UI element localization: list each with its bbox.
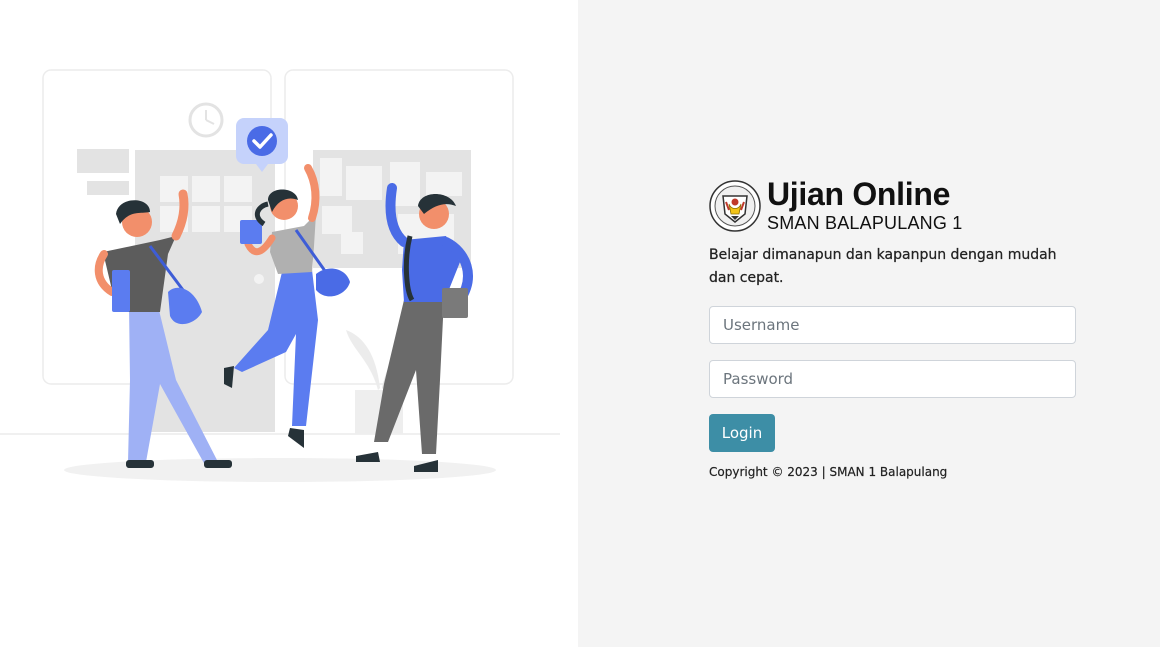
login-panel: Ujian Online SMAN BALAPULANG 1 Belajar d… [578,0,1160,647]
password-input[interactable] [709,360,1076,398]
illustration-panel [0,0,578,647]
login-form: Ujian Online SMAN BALAPULANG 1 Belajar d… [709,178,1076,479]
username-input[interactable] [709,306,1076,344]
students-celebrating-illustration [0,69,560,482]
copyright-text: Copyright © 2023 | SMAN 1 Balapulang [709,465,948,479]
tagline: Belajar dimanapun dan kapanpun dengan mu… [709,247,1057,286]
school-emblem-icon [709,180,761,232]
app-title: Ujian Online [767,176,951,212]
login-button[interactable]: Login [709,414,775,452]
school-name: SMAN BALAPULANG 1 [767,213,963,233]
brand-text: Ujian Online SMAN BALAPULANG 1 [767,178,962,234]
brand-header: Ujian Online SMAN BALAPULANG 1 [709,178,1076,234]
